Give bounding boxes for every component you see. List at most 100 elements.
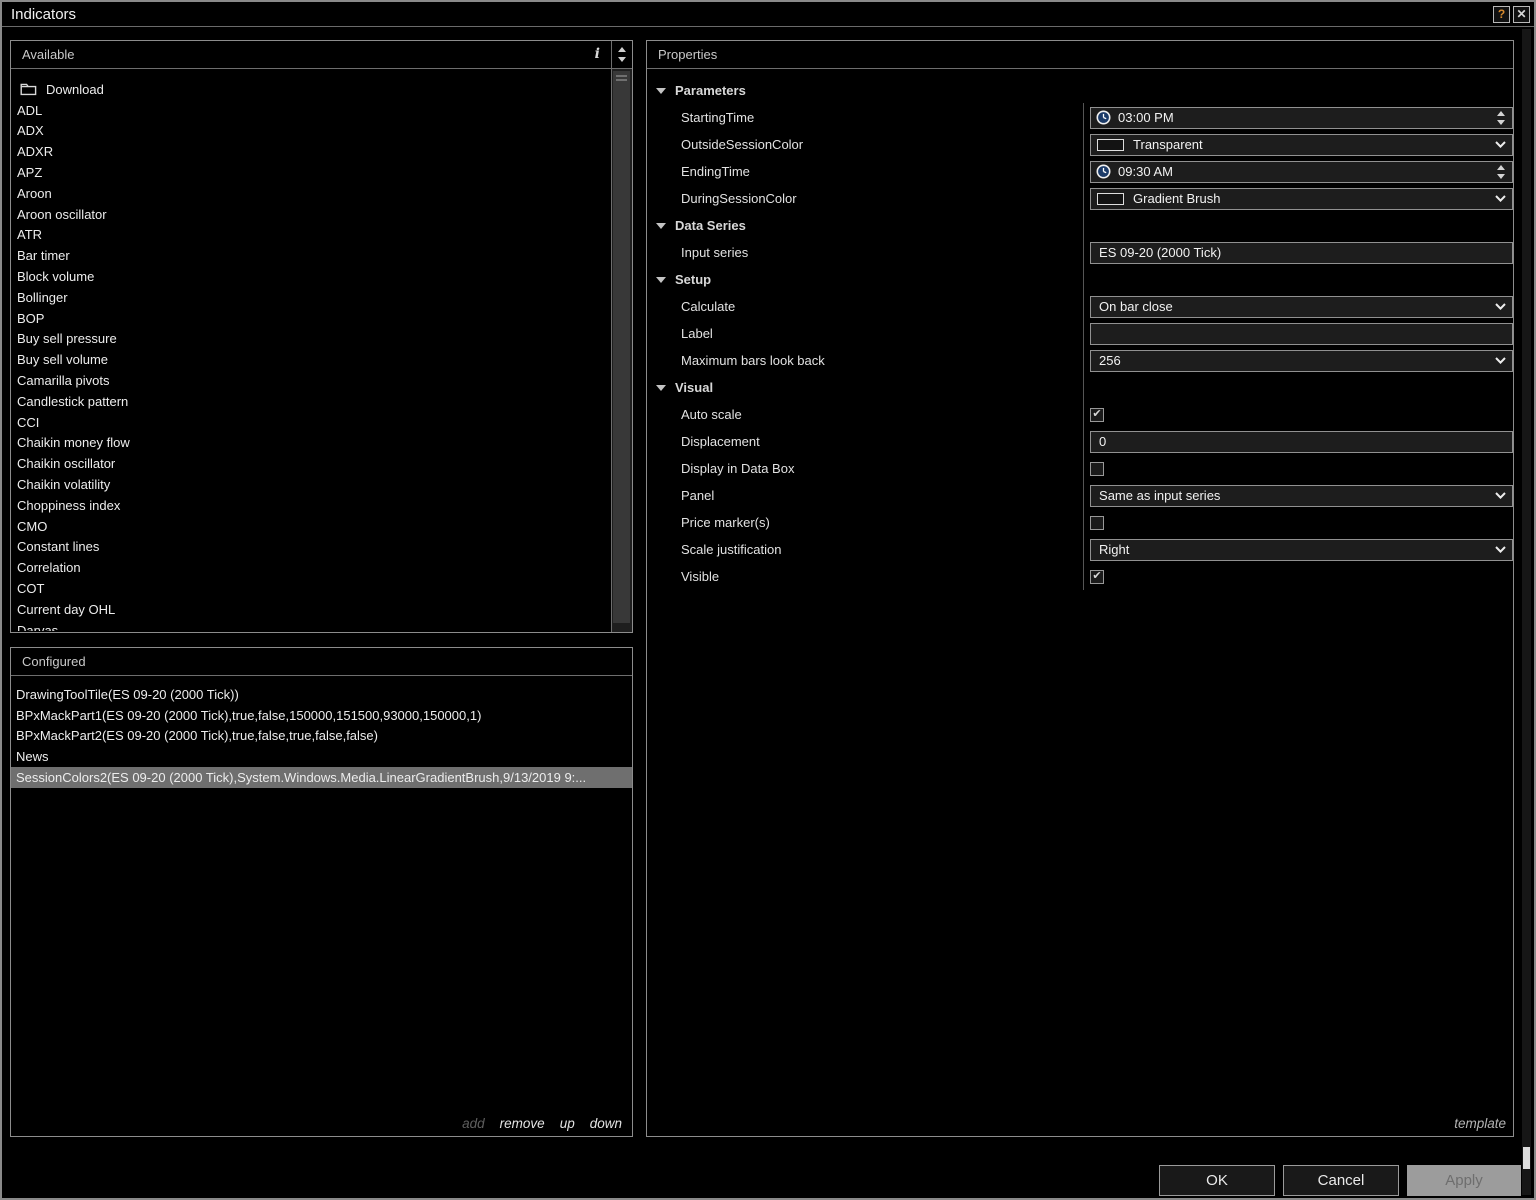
available-item-adxr[interactable]: ADXR (11, 141, 610, 162)
property-control (1090, 322, 1513, 345)
label-field[interactable] (1090, 322, 1513, 345)
configured-item[interactable]: DrawingToolTile(ES 09-20 (2000 Tick)) (11, 684, 632, 705)
available-item-block-volume[interactable]: Block volume (11, 266, 610, 287)
auto-scale-checkbox[interactable]: ✔ (1090, 407, 1105, 422)
available-item-cot[interactable]: COT (11, 578, 610, 599)
available-item-constant-lines[interactable]: Constant lines (11, 537, 610, 558)
configured-item-label: BPxMackPart1(ES 09-20 (2000 Tick),true,f… (16, 707, 482, 723)
collapse-arrow-icon[interactable] (656, 276, 666, 283)
configured-item[interactable]: BPxMackPart2(ES 09-20 (2000 Tick),true,f… (11, 726, 632, 747)
collapse-arrow-icon[interactable] (656, 222, 666, 229)
down-link[interactable]: down (590, 1116, 622, 1131)
available-item-cci[interactable]: CCI (11, 412, 610, 433)
spinner-up-icon[interactable] (1497, 110, 1505, 116)
available-item-atr[interactable]: ATR (11, 225, 610, 246)
close-button[interactable]: ✕ (1513, 5, 1530, 23)
template-link[interactable]: template (1454, 1116, 1506, 1131)
section-header-setup[interactable]: Setup (647, 266, 1513, 293)
available-item-bop[interactable]: BOP (11, 308, 610, 329)
configured-item-selected[interactable]: SessionColors2(ES 09-20 (2000 Tick),Syst… (11, 767, 632, 788)
input-series-field[interactable]: ES 09-20 (2000 Tick) (1090, 241, 1513, 264)
spinner-down-icon[interactable] (1497, 173, 1505, 179)
available-item-label: Chaikin volatility (17, 477, 111, 493)
available-item-label: Aroon oscillator (17, 206, 107, 222)
available-item-aroon[interactable]: Aroon (11, 183, 610, 204)
section-title: Visual (675, 380, 714, 395)
property-control (1090, 461, 1513, 476)
property-row-outsidesessioncolor: OutsideSessionColor Transparent (647, 131, 1513, 158)
scroll-track[interactable] (612, 69, 632, 632)
panel-field[interactable]: Same as input series (1090, 484, 1513, 507)
window-scroll-thumb[interactable] (1523, 1147, 1530, 1169)
ok-button[interactable]: OK (1159, 1165, 1275, 1196)
startingtime-spinner[interactable] (1490, 110, 1512, 125)
available-item-candlestick-pattern[interactable]: Candlestick pattern (11, 391, 610, 412)
section-header-parameters[interactable]: Parameters (647, 77, 1513, 104)
available-item-adl[interactable]: ADL (11, 100, 610, 121)
property-control: 256 (1090, 349, 1513, 372)
thumb-grip (616, 75, 627, 77)
available-item-buy-sell-volume[interactable]: Buy sell volume (11, 349, 610, 370)
property-label: EndingTime (681, 164, 750, 179)
maximum-bars-look-back-field[interactable]: 256 (1090, 349, 1513, 372)
endingtime-field[interactable]: 09:30 AM (1090, 160, 1513, 183)
available-item-chaikin-volatility[interactable]: Chaikin volatility (11, 474, 610, 495)
available-item-download[interactable]: Download (11, 79, 610, 100)
configured-item[interactable]: News (11, 746, 632, 767)
collapse-arrow-icon[interactable] (656, 384, 666, 391)
property-label: Scale justification (681, 542, 782, 557)
property-label: Input series (681, 245, 749, 260)
scroll-down-icon[interactable] (618, 57, 626, 62)
available-item-chaikin-oscillator[interactable]: Chaikin oscillator (11, 453, 610, 474)
title-bar[interactable]: Indicators ? ✕ (2, 2, 1534, 27)
section-header-visual[interactable]: Visual (647, 374, 1513, 401)
available-item-current-day-ohl[interactable]: Current day OHL (11, 599, 610, 620)
available-item-darvas[interactable]: Darvas (11, 620, 610, 631)
indicators-dialog: Indicators ? ✕ Available i Download ADL AD… (0, 0, 1536, 1200)
info-icon[interactable]: i (595, 41, 600, 68)
section-header-data-series[interactable]: Data Series (647, 212, 1513, 239)
available-item-apz[interactable]: APZ (11, 162, 610, 183)
outsidesessioncolor-field[interactable]: Transparent (1090, 133, 1513, 156)
available-item-chaikin-money-flow[interactable]: Chaikin money flow (11, 433, 610, 454)
duringsessioncolor-field[interactable]: Gradient Brush (1090, 187, 1513, 210)
price-marker-s-checkbox[interactable] (1090, 515, 1105, 530)
available-item-label: Chaikin money flow (17, 435, 130, 451)
configured-header: Configured (11, 648, 632, 676)
endingtime-spinner[interactable] (1490, 164, 1512, 179)
help-button[interactable]: ? (1493, 5, 1510, 23)
spinner-up-icon[interactable] (1497, 164, 1505, 170)
available-item-bar-timer[interactable]: Bar timer (11, 245, 610, 266)
property-label: Displacement (681, 434, 760, 449)
visible-checkbox[interactable]: ✔ (1090, 569, 1105, 584)
scroll-up-icon[interactable] (618, 47, 626, 52)
up-link[interactable]: up (560, 1116, 575, 1131)
window-scrollbar[interactable] (1522, 29, 1531, 1195)
available-item-choppiness-index[interactable]: Choppiness index (11, 495, 610, 516)
available-item-label: Choppiness index (17, 497, 121, 513)
available-item-bollinger[interactable]: Bollinger (11, 287, 610, 308)
property-control: Right (1090, 538, 1513, 561)
available-item-camarilla-pivots[interactable]: Camarilla pivots (11, 370, 610, 391)
available-item-adx[interactable]: ADX (11, 121, 610, 142)
startingtime-field[interactable]: 03:00 PM (1090, 106, 1513, 129)
available-item-label: APZ (17, 165, 43, 181)
displacement-field[interactable]: 0 (1090, 430, 1513, 453)
collapse-arrow-icon[interactable] (656, 87, 666, 94)
remove-link[interactable]: remove (500, 1116, 545, 1131)
configured-item[interactable]: BPxMackPart1(ES 09-20 (2000 Tick),true,f… (11, 705, 632, 726)
display-in-data-box-checkbox[interactable] (1090, 461, 1105, 476)
cancel-button[interactable]: Cancel (1283, 1165, 1399, 1196)
panel-value: Same as input series (1099, 488, 1221, 503)
property-label: Calculate (681, 299, 736, 314)
available-item-cmo[interactable]: CMO (11, 516, 610, 537)
calculate-field[interactable]: On bar close (1090, 295, 1513, 318)
available-item-buy-sell-pressure[interactable]: Buy sell pressure (11, 329, 610, 350)
available-item-correlation[interactable]: Correlation (11, 557, 610, 578)
property-row-scale-justification: Scale justification Right (647, 536, 1513, 563)
scale-justification-field[interactable]: Right (1090, 538, 1513, 561)
spinner-down-icon[interactable] (1497, 119, 1505, 125)
available-item-aroon-oscillator[interactable]: Aroon oscillator (11, 204, 610, 225)
scroll-thumb[interactable] (613, 71, 630, 623)
available-scrollbar[interactable] (611, 41, 632, 632)
